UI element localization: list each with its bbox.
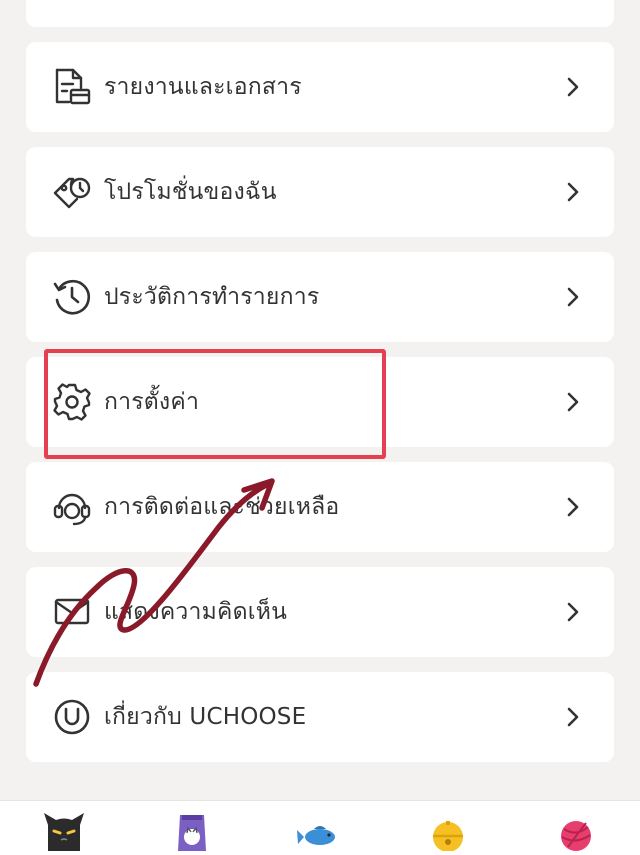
yarn-ball-icon	[552, 811, 600, 855]
nav-item-shop[interactable]	[157, 805, 227, 855]
menu-item-promotions[interactable]: โปรโมชั่นของฉัน	[26, 147, 614, 237]
menu-item-support[interactable]: การติดต่อและช่วยเหลือ	[26, 462, 614, 552]
bottom-nav	[0, 800, 640, 855]
menu-item-label: การตั้งค่า	[104, 389, 200, 415]
chevron-right-icon	[562, 180, 586, 204]
cat-face-icon	[40, 811, 88, 855]
menu-item-label: ประวัติการทำรายการ	[104, 284, 320, 310]
uchoose-logo-icon	[50, 695, 94, 739]
chevron-right-icon	[562, 705, 586, 729]
chevron-right-icon	[562, 495, 586, 519]
chevron-right-icon	[562, 390, 586, 414]
document-icon	[50, 65, 94, 109]
menu-item-history[interactable]: ประวัติการทำรายการ	[26, 252, 614, 342]
menu-item-settings[interactable]: การตั้งค่า	[26, 357, 614, 447]
menu-card-partial-top	[26, 0, 614, 27]
nav-item-bell[interactable]	[413, 805, 483, 855]
cat-food-bag-icon	[168, 811, 216, 855]
chevron-right-icon	[562, 285, 586, 309]
nav-item-home[interactable]	[29, 805, 99, 855]
menu-item-label: การติดต่อและช่วยเหลือ	[104, 494, 340, 520]
menu-item-about[interactable]: เกี่ยวกับ UCHOOSE	[26, 672, 614, 762]
menu-item-label: เกี่ยวกับ UCHOOSE	[104, 704, 307, 730]
bell-icon	[424, 811, 472, 855]
chevron-right-icon	[562, 75, 586, 99]
nav-item-yarn[interactable]	[541, 805, 611, 855]
fish-icon	[296, 811, 344, 855]
gear-icon	[50, 380, 94, 424]
menu-item-label: รายงานและเอกสาร	[104, 74, 302, 100]
chevron-right-icon	[562, 600, 586, 624]
nav-item-fish[interactable]	[285, 805, 355, 855]
menu-item-reports[interactable]: รายงานและเอกสาร	[26, 42, 614, 132]
headset-icon	[50, 485, 94, 529]
history-clock-icon	[50, 275, 94, 319]
partial-icon	[50, 0, 94, 6]
menu-item-label: โปรโมชั่นของฉัน	[104, 179, 277, 205]
promotion-tag-icon	[50, 170, 94, 214]
feedback-mail-icon	[50, 590, 94, 634]
menu-item-label: แสดงความคิดเห็น	[104, 599, 288, 625]
menu-item-feedback[interactable]: แสดงความคิดเห็น	[26, 567, 614, 657]
